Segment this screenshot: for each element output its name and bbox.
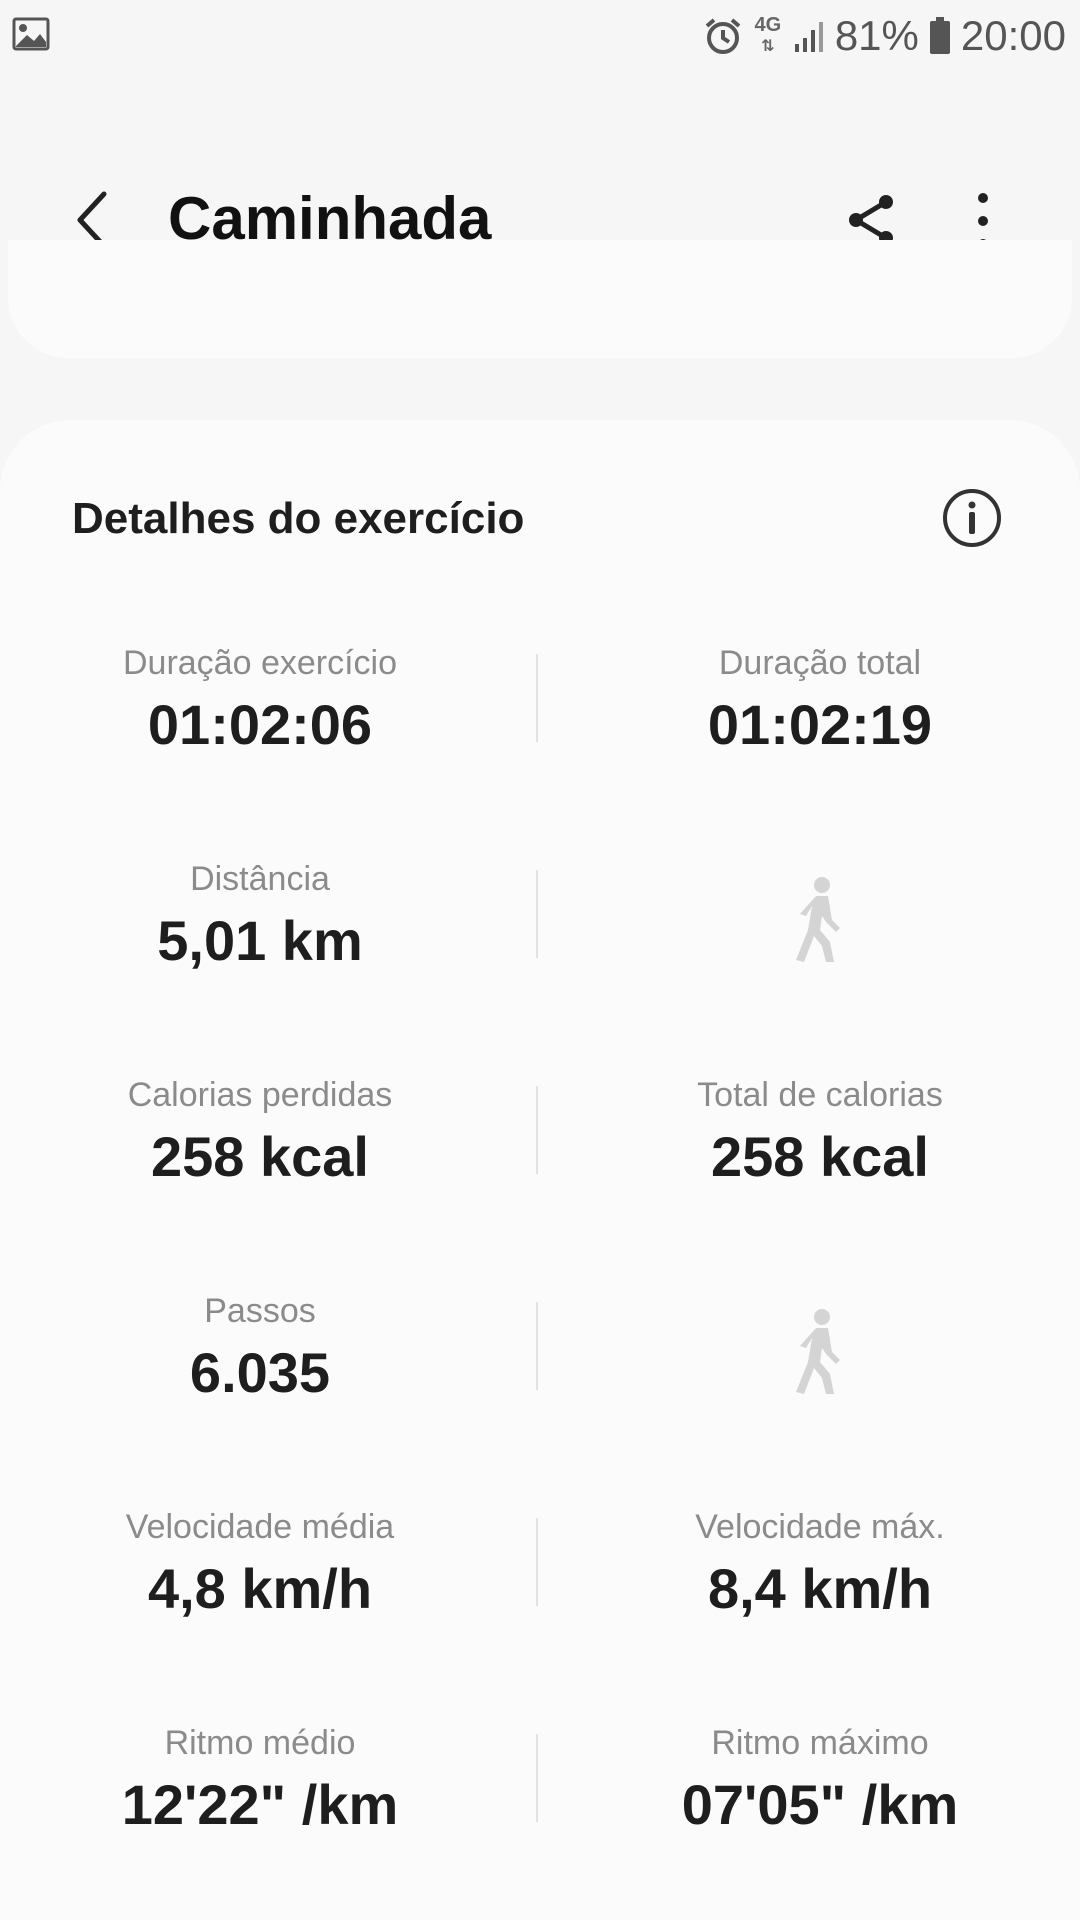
metric-value: 4,8 km/h <box>147 1557 373 1620</box>
metric-label: Duração total <box>718 644 922 682</box>
network-label: 4G <box>754 14 782 36</box>
metric-row: Ritmo médio 12'22" /km Ritmo máximo 07'0… <box>0 1720 1080 1920</box>
metric-row: Duração exercício 01:02:06 Duração total… <box>0 640 1080 856</box>
metric-total-duration: Duração total 01:02:19 <box>560 640 1080 758</box>
metric-max-speed: Velocidade máx. 8,4 km/h <box>560 1504 1080 1622</box>
battery-icon <box>929 17 950 54</box>
gallery-icon <box>12 17 50 51</box>
metric-value: 5,01 km <box>157 909 363 972</box>
metric-label: Duração exercício <box>122 644 397 682</box>
metric-row: Velocidade média 4,8 km/h Velocidade máx… <box>0 1504 1080 1720</box>
metric-label: Passos <box>204 1292 316 1330</box>
screen: 4G ⇅ 81% 20:00 Caminhada Detalhes do exe… <box>0 0 1080 1920</box>
metric-steps: Passos 6.035 <box>0 1288 520 1406</box>
status-icons: 4G ⇅ 81% 20:00 <box>703 8 1066 64</box>
metric-row: Passos 6.035 <box>0 1288 1080 1504</box>
metric-label: Calorias perdidas <box>127 1076 393 1114</box>
metric-value: 6.035 <box>189 1341 331 1404</box>
walking-person-icon <box>796 877 840 962</box>
metric-value: 258 kcal <box>711 1125 929 1188</box>
info-icon[interactable] <box>940 486 1004 550</box>
metric-value: 8,4 km/h <box>707 1557 933 1620</box>
clock: 20:00 <box>960 12 1066 59</box>
metric-walk-icon-cell <box>560 856 1080 971</box>
metric-row: Distância 5,01 km <box>0 856 1080 1072</box>
network-4g-icon: 4G ⇅ <box>754 14 782 55</box>
metric-label: Total de calorias <box>697 1076 943 1114</box>
metric-distance: Distância 5,01 km <box>0 856 520 974</box>
metric-label: Velocidade máx. <box>695 1508 945 1546</box>
metric-value: 01:02:06 <box>147 693 373 756</box>
metric-exercise-duration: Duração exercício 01:02:06 <box>0 640 520 758</box>
metric-value: 12'22" /km <box>121 1773 399 1836</box>
metric-value: 07'05" /km <box>681 1773 959 1836</box>
metric-value: 258 kcal <box>151 1125 369 1188</box>
walking-person-icon <box>796 1309 840 1394</box>
metric-label: Distância <box>190 860 330 898</box>
metric-row: Calorias perdidas 258 kcal Total de calo… <box>0 1072 1080 1288</box>
metric-label: Ritmo médio <box>164 1724 356 1762</box>
metrics-grid: Duração exercício 01:02:06 Duração total… <box>0 640 1080 1920</box>
metric-value: 01:02:19 <box>707 693 933 756</box>
metric-walk-icon-cell <box>560 1288 1080 1403</box>
metric-calories-burned: Calorias perdidas 258 kcal <box>0 1072 520 1190</box>
metric-average-pace: Ritmo médio 12'22" /km <box>0 1720 520 1838</box>
exercise-details-card: Detalhes do exercício Duração exercício … <box>0 420 1080 1920</box>
metric-max-pace: Ritmo máximo 07'05" /km <box>560 1720 1080 1838</box>
divider <box>536 1518 538 1606</box>
signal-icon <box>794 22 823 52</box>
divider <box>536 1734 538 1822</box>
divider <box>536 654 538 742</box>
divider <box>536 1302 538 1390</box>
status-bar: 4G ⇅ 81% 20:00 <box>0 0 1080 72</box>
metric-label: Ritmo máximo <box>711 1724 929 1762</box>
alarm-icon <box>705 18 741 54</box>
card-title: Detalhes do exercício <box>72 494 525 543</box>
battery-percent: 81% <box>834 12 919 59</box>
metric-total-calories: Total de calorias 258 kcal <box>560 1072 1080 1190</box>
divider <box>536 1086 538 1174</box>
divider <box>536 870 538 958</box>
summary-card <box>8 240 1072 358</box>
metric-average-speed: Velocidade média 4,8 km/h <box>0 1504 520 1622</box>
metric-label: Velocidade média <box>125 1508 395 1546</box>
